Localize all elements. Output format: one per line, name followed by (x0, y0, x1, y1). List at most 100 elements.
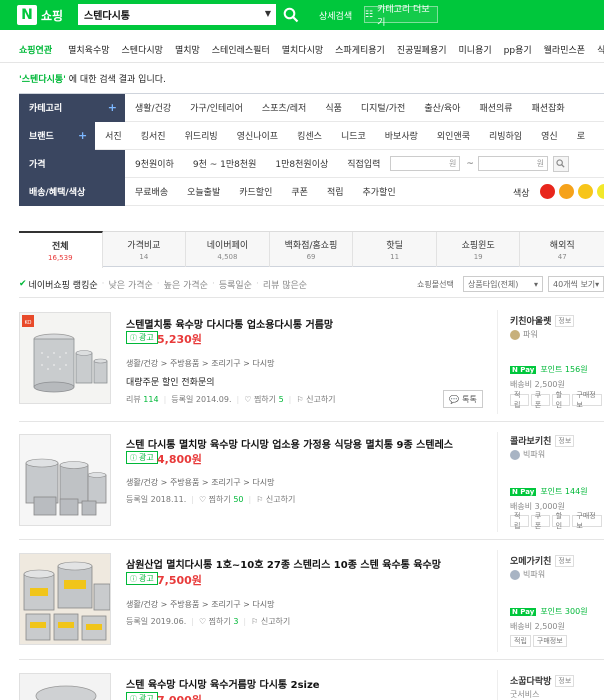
related-item[interactable]: 미니용기 (459, 43, 492, 56)
category-crumb[interactable]: 다시망 (252, 478, 274, 487)
filter-option[interactable]: 카드할인 (239, 185, 272, 198)
filter-option[interactable]: 킹센스 (297, 129, 322, 142)
filter-option[interactable]: 1만8천원이상 (275, 157, 328, 170)
product-title[interactable]: 스텐 육수망 다시망 육수거름망 다시통 2size (126, 676, 320, 691)
filter-option[interactable]: 출산/육아 (424, 101, 460, 114)
related-item[interactable]: 웰라민스폰 (544, 43, 585, 56)
wish-button[interactable]: 찜하기 (209, 616, 231, 627)
related-item[interactable]: 멸치망 (175, 43, 200, 56)
related-item[interactable]: 멸치육수망 (68, 43, 109, 56)
category-crumb[interactable]: 생활/건강 (126, 478, 158, 487)
filter-option[interactable]: 서진 (105, 129, 122, 142)
related-item[interactable]: 스테인레스필터 (212, 43, 270, 56)
filter-option[interactable]: 킹서진 (141, 129, 166, 142)
tab-department-homeshopping[interactable]: 백화점/홈쇼핑 69 (270, 232, 354, 267)
filter-option[interactable]: 니드코 (341, 129, 366, 142)
product-type-select[interactable]: 상품타입(전체) ▾ (463, 276, 543, 292)
product-title[interactable]: 스텐 다시통 멸치망 육수망 다시망 업소용 가정용 식당용 멸치통 9종 스텐… (126, 436, 453, 451)
review-count[interactable]: 114 (143, 395, 158, 404)
filter-option[interactable]: 영신 (541, 129, 558, 142)
product-thumbnail[interactable] (19, 673, 111, 700)
category-crumb[interactable]: 생활/건강 (126, 359, 158, 368)
category-crumb[interactable]: 생활/건강 (126, 600, 158, 609)
naver-shopping-logo[interactable]: N 쇼핑 (17, 4, 63, 26)
filter-option[interactable]: 바보사랑 (385, 129, 418, 142)
filter-option[interactable]: 패션의류 (479, 101, 512, 114)
filter-option[interactable]: 가구/인테리어 (190, 101, 243, 114)
sort-date[interactable]: 등록일순 (219, 278, 252, 291)
tab-hotdeal[interactable]: 핫딜 11 (353, 232, 437, 267)
filter-option[interactable]: 오늘출발 (187, 185, 220, 198)
product-thumbnail[interactable] (19, 434, 111, 526)
filter-option[interactable]: 추가할인 (363, 185, 396, 198)
sort-ranking[interactable]: 네이버쇼핑 랭킹순 (29, 278, 98, 291)
filter-option[interactable]: 디지털/가전 (361, 101, 405, 114)
sort-reviews[interactable]: 리뷰 많은순 (263, 278, 307, 291)
wish-button[interactable]: 찜하기 (254, 394, 276, 405)
color-swatch-yellow[interactable] (578, 184, 593, 199)
seller-name[interactable]: 콜라보키친 정보 (510, 434, 575, 447)
filter-option[interactable]: 생활/건강 (135, 101, 171, 114)
tab-price-compare[interactable]: 가격비교 14 (103, 232, 187, 267)
filter-option[interactable]: 로 (577, 129, 585, 142)
filter-option[interactable]: 스포츠/레저 (262, 101, 306, 114)
sort-high-price[interactable]: 높은 가격순 (164, 278, 208, 291)
product-thumbnail[interactable] (19, 553, 111, 645)
seller-info-button[interactable]: 정보 (555, 314, 575, 327)
filter-option[interactable]: 적립 (327, 185, 344, 198)
seller-name[interactable]: 오메가키친 정보 (510, 554, 575, 567)
filter-head-brand[interactable]: 브랜드 + (19, 121, 96, 150)
category-crumb[interactable]: 주방용품 (170, 600, 199, 609)
category-crumb[interactable]: 주방용품 (170, 478, 199, 487)
category-more-button[interactable]: ☷ 카테고리 더보기 (364, 5, 438, 28)
report-button[interactable]: 신고하기 (261, 616, 290, 627)
product-title[interactable]: 스텐멸치통 육수망 다시다통 업소용다시통 거름망 (126, 316, 333, 331)
view-count-select[interactable]: 40개씩 보기 ▾ (548, 276, 604, 292)
wish-button[interactable]: 찜하기 (209, 494, 231, 505)
related-item[interactable]: 식품 (597, 43, 604, 56)
price-max-input[interactable]: 원 (477, 156, 548, 171)
search-button[interactable] (280, 4, 302, 26)
product-thumbnail[interactable]: KO (19, 312, 111, 404)
category-crumb[interactable]: 다시망 (252, 600, 274, 609)
seller-info-button[interactable]: 정보 (555, 674, 575, 687)
filter-head-category[interactable]: 카테고리 + (19, 93, 125, 122)
report-button[interactable]: 신고하기 (266, 494, 295, 505)
tab-shopping-window[interactable]: 쇼핑윈도 19 (437, 232, 521, 267)
related-item[interactable]: pp용기 (504, 43, 532, 56)
filter-option[interactable]: 식품 (325, 101, 342, 114)
price-min-input[interactable]: 원 (390, 156, 461, 171)
mall-select[interactable]: 쇼핑몰선택 (417, 279, 454, 290)
search-dropdown-icon[interactable]: ▼ (265, 9, 271, 18)
filter-option[interactable]: 패션잡화 (532, 101, 565, 114)
color-swatch-orange[interactable] (559, 184, 574, 199)
filter-option[interactable]: 9천 ~ 1만8천원 (193, 157, 257, 170)
talk-talk-button[interactable]: 💬 톡톡 (443, 390, 483, 408)
seller-info-button[interactable]: 정보 (555, 554, 575, 567)
filter-option[interactable]: 9천원이하 (135, 157, 174, 170)
sort-low-price[interactable]: 낮은 가격순 (109, 278, 153, 291)
detail-search-link[interactable]: 상세검색 (319, 9, 352, 22)
category-crumb[interactable]: 조리기구 (211, 359, 240, 368)
related-item[interactable]: 멸치다시망 (282, 43, 323, 56)
seller-name[interactable]: 소꿉다락방 정보 (510, 674, 575, 687)
report-button[interactable]: 신고하기 (306, 394, 335, 405)
tab-all[interactable]: 전체 16,539 (19, 231, 103, 268)
related-item[interactable]: 스파게티용기 (335, 43, 385, 56)
seller-name[interactable]: 키친아울렛 정보 (510, 314, 575, 327)
color-swatch-lemon[interactable] (597, 184, 604, 199)
filter-option[interactable]: 외인앤쿡 (437, 129, 470, 142)
tab-naverpay[interactable]: 네이버페이 4,508 (186, 232, 270, 267)
filter-option[interactable]: 무료배송 (135, 185, 168, 198)
product-title[interactable]: 삼원산업 멸치다시통 1호~10호 27종 스텐리스 10종 스텐 육수통 육수… (126, 556, 441, 571)
related-item[interactable]: 스텐다시망 (122, 43, 163, 56)
category-crumb[interactable]: 조리기구 (211, 478, 240, 487)
tab-overseas[interactable]: 해외직 47 (520, 232, 604, 267)
price-search-button[interactable] (552, 155, 569, 172)
seller-info-button[interactable]: 정보 (555, 434, 575, 447)
category-crumb[interactable]: 조리기구 (211, 600, 240, 609)
search-input[interactable] (79, 5, 259, 24)
filter-option[interactable]: 위드리빙 (185, 129, 218, 142)
filter-option[interactable]: 영신나이프 (237, 129, 278, 142)
category-crumb[interactable]: 다시망 (252, 359, 274, 368)
